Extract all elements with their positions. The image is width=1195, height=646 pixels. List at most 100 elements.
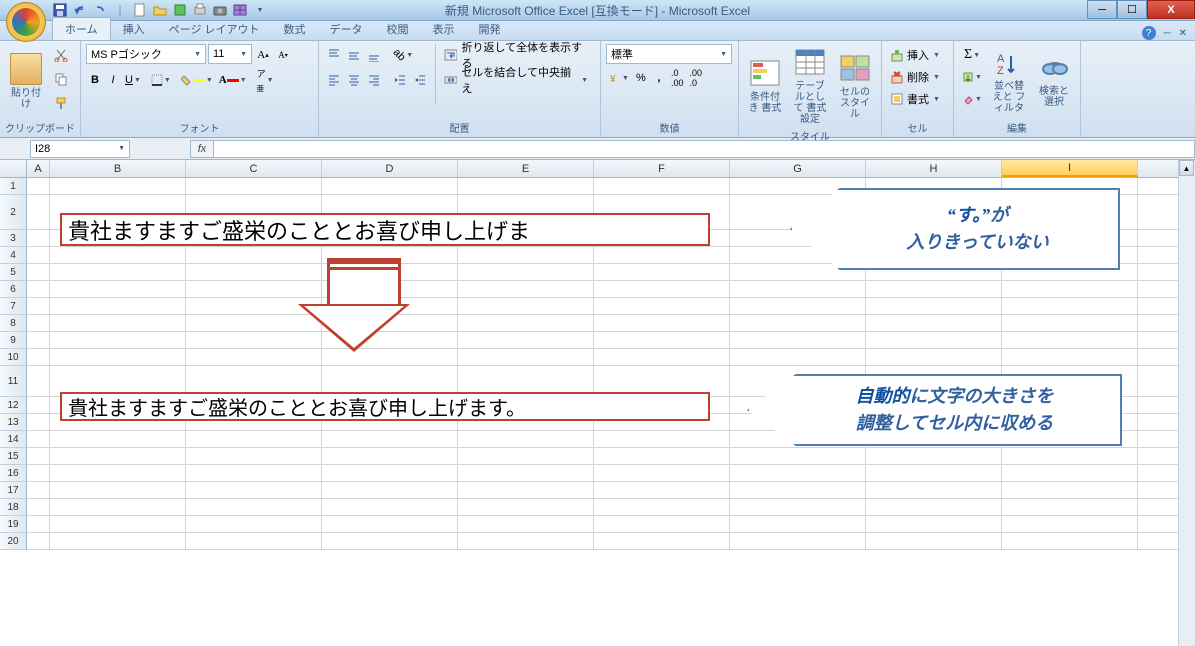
col-header-A[interactable]: A (27, 160, 50, 177)
formula-input[interactable] (214, 140, 1195, 158)
row-header-14[interactable]: 14 (0, 431, 27, 448)
decrease-indent-button[interactable] (390, 69, 410, 91)
col-header-D[interactable]: D (322, 160, 458, 177)
row-header-11[interactable]: 11 (0, 366, 27, 397)
align-top-button[interactable] (324, 44, 344, 66)
row-header-16[interactable]: 16 (0, 465, 27, 482)
percent-button[interactable]: % (632, 67, 650, 89)
maximize-button[interactable]: ☐ (1117, 0, 1147, 19)
merged-cell-before[interactable]: 貴社ますますご盛栄のこととお喜び申し上げま (60, 213, 710, 246)
col-header-G[interactable]: G (730, 160, 866, 177)
cell-styles-button[interactable]: セルの スタイル (834, 44, 876, 127)
col-header-C[interactable]: C (186, 160, 322, 177)
col-header-F[interactable]: F (594, 160, 730, 177)
border-button[interactable]: ▼ (148, 69, 174, 91)
qat-icon-5[interactable] (172, 2, 188, 18)
row-header-4[interactable]: 4 (0, 247, 27, 264)
cells-area[interactable]: 貴社ますますご盛栄のこととお喜び申し上げま貴社ますますご盛栄のこととお喜び申し上… (27, 178, 1195, 550)
fx-button[interactable]: fx (190, 140, 214, 158)
underline-button[interactable]: U▼ (122, 69, 144, 91)
shrink-font-button[interactable]: A▾ (274, 44, 292, 66)
office-button[interactable] (6, 2, 46, 42)
tab-view[interactable]: 表示 (421, 18, 467, 40)
tab-review[interactable]: 校閲 (375, 18, 421, 40)
row-header-9[interactable]: 9 (0, 332, 27, 349)
select-all-corner[interactable] (0, 160, 27, 177)
format-painter-button[interactable] (50, 92, 72, 114)
redo-icon[interactable] (92, 2, 108, 18)
cut-button[interactable] (50, 44, 72, 66)
row-header-12[interactable]: 12 (0, 397, 27, 414)
merged-cell-after[interactable]: 貴社ますますご盛栄のこととお喜び申し上げます。 (60, 392, 710, 421)
decrease-decimal-button[interactable]: .00.0 (686, 67, 705, 89)
phonetic-button[interactable]: ア亜▼ (254, 69, 277, 91)
clear-button[interactable]: ▼ (959, 88, 985, 110)
ribbon-close-icon[interactable]: ✕ (1179, 28, 1187, 39)
comma-button[interactable]: , (650, 67, 668, 89)
row-header-20[interactable]: 20 (0, 533, 27, 550)
tab-dev[interactable]: 開発 (467, 18, 513, 40)
row-header-5[interactable]: 5 (0, 264, 27, 281)
scroll-up-button[interactable]: ▲ (1179, 160, 1194, 176)
orientation-button[interactable]: ab▼ (390, 44, 416, 66)
minimize-button[interactable]: ─ (1087, 0, 1117, 19)
font-name-combo[interactable]: MS Pゴシック▼ (86, 44, 206, 64)
italic-button[interactable]: I (104, 69, 122, 91)
row-header-10[interactable]: 10 (0, 349, 27, 366)
row-header-13[interactable]: 13 (0, 414, 27, 431)
tab-insert[interactable]: 挿入 (111, 18, 157, 40)
col-header-H[interactable]: H (866, 160, 1002, 177)
vertical-scrollbar[interactable]: ▲ (1178, 160, 1195, 646)
qat-dropdown-icon[interactable]: ▼ (252, 2, 268, 18)
fill-button[interactable]: ▼ (959, 66, 985, 88)
font-size-combo[interactable]: 11▼ (208, 44, 252, 64)
align-right-button[interactable] (364, 69, 384, 91)
minimize-ribbon-icon[interactable]: ─ (1164, 28, 1171, 39)
qat-grid-icon[interactable] (232, 2, 248, 18)
increase-decimal-button[interactable]: .0.00 (668, 67, 687, 89)
row-header-6[interactable]: 6 (0, 281, 27, 298)
grow-font-button[interactable]: A▴ (254, 44, 272, 66)
row-header-18[interactable]: 18 (0, 499, 27, 516)
row-header-3[interactable]: 3 (0, 230, 27, 247)
camera-icon[interactable] (212, 2, 228, 18)
col-header-E[interactable]: E (458, 160, 594, 177)
paste-button[interactable]: 貼り付け (5, 44, 47, 119)
delete-cells-button[interactable]: 削除▼ (887, 66, 949, 88)
row-header-17[interactable]: 17 (0, 482, 27, 499)
align-middle-button[interactable] (344, 44, 364, 66)
name-box[interactable]: I28▼ (30, 140, 130, 158)
tab-layout[interactable]: ページ レイアウト (157, 18, 272, 40)
row-header-1[interactable]: 1 (0, 178, 27, 195)
close-button[interactable]: X (1147, 0, 1195, 19)
sort-filter-button[interactable]: AZ 並べ替えと フィルタ (988, 44, 1030, 119)
align-center-button[interactable] (344, 69, 364, 91)
format-cells-button[interactable]: 書式▼ (887, 88, 949, 110)
number-format-combo[interactable]: 標準▼ (606, 44, 732, 64)
insert-cells-button[interactable]: 挿入▼ (887, 44, 949, 66)
format-table-button[interactable]: テーブルとして 書式設定 (789, 44, 831, 127)
open-icon[interactable] (152, 2, 168, 18)
tab-home[interactable]: ホーム (52, 17, 111, 40)
row-header-19[interactable]: 19 (0, 516, 27, 533)
increase-indent-button[interactable] (410, 69, 430, 91)
autosum-button[interactable]: Σ▼ (959, 44, 985, 66)
wrap-text-button[interactable]: 折り返して全体を表示する (441, 44, 591, 66)
save-icon[interactable] (52, 2, 68, 18)
row-header-8[interactable]: 8 (0, 315, 27, 332)
tab-formula[interactable]: 数式 (272, 18, 318, 40)
align-left-button[interactable] (324, 69, 344, 91)
col-header-B[interactable]: B (50, 160, 186, 177)
col-header-I[interactable]: I (1002, 160, 1138, 177)
merge-center-button[interactable]: セルを結合して中央揃え▼ (441, 69, 591, 91)
find-select-button[interactable]: 検索と 選択 (1033, 44, 1075, 119)
bold-button[interactable]: B (86, 69, 104, 91)
font-color-button[interactable]: A▼ (216, 69, 250, 91)
copy-button[interactable] (50, 68, 72, 90)
print-preview-icon[interactable] (192, 2, 208, 18)
row-header-7[interactable]: 7 (0, 298, 27, 315)
fill-color-button[interactable]: ▼ (178, 69, 216, 91)
align-bottom-button[interactable] (364, 44, 384, 66)
tab-data[interactable]: データ (318, 18, 375, 40)
row-header-2[interactable]: 2 (0, 195, 27, 230)
